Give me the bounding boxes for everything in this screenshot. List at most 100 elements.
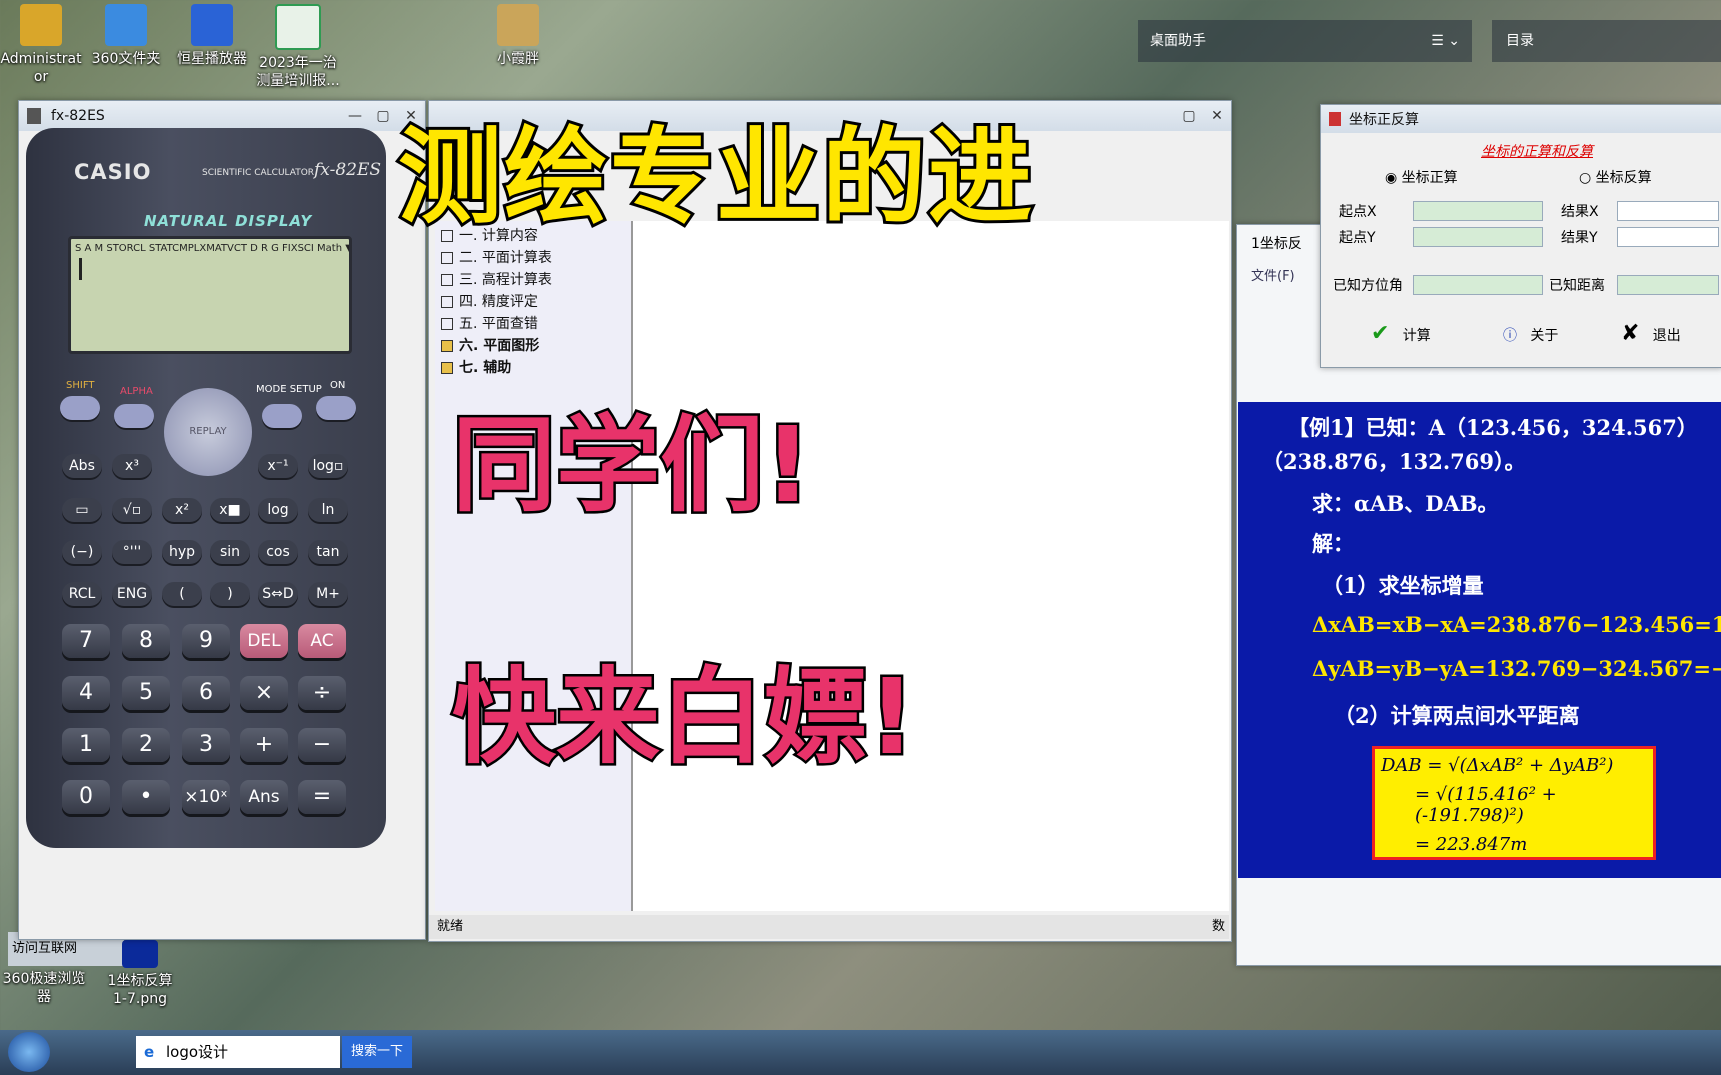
- search-input[interactable]: e logo设计: [136, 1036, 340, 1068]
- start-y-field[interactable]: [1413, 227, 1543, 247]
- overlay-headline: 测绘专业的进: [395, 113, 1035, 241]
- tree-item[interactable]: 七. 辅助: [441, 357, 631, 379]
- start-button[interactable]: [8, 1032, 50, 1072]
- exp-key[interactable]: ×10ˣ: [182, 780, 230, 814]
- multiply-key[interactable]: ×: [240, 676, 288, 710]
- distance-field[interactable]: [1617, 275, 1719, 295]
- start-x-label: 起点X: [1339, 204, 1377, 220]
- sin-key[interactable]: sin: [210, 540, 250, 564]
- tree-item[interactable]: 五. 平面查错: [441, 313, 631, 335]
- app-icon: [1329, 112, 1341, 126]
- tree-item[interactable]: 四. 精度评定: [441, 291, 631, 313]
- coord-titlebar[interactable]: 坐标正反算: [1321, 105, 1721, 133]
- slide-line: ΔyAB=yB−yA=132.769−324.567=−191: [1312, 656, 1721, 681]
- key-9[interactable]: 9: [182, 624, 230, 658]
- fraction-key[interactable]: ▭: [62, 498, 102, 522]
- alpha-key[interactable]: [114, 404, 154, 428]
- file-menu[interactable]: 文件(F): [1251, 265, 1295, 284]
- log-key[interactable]: log: [258, 498, 298, 522]
- tree-item[interactable]: 三. 高程计算表: [441, 269, 631, 291]
- desktop-icon-image[interactable]: 1坐标反算 1-7.png: [94, 940, 186, 1008]
- result-x-field[interactable]: [1617, 201, 1719, 221]
- hyp-key[interactable]: hyp: [162, 540, 202, 564]
- calculator-icon: [27, 108, 41, 124]
- shift-label: SHIFT: [66, 380, 95, 391]
- calculator-display: S A M STORCL STATCMPLXMATVCT D R G FIXSC…: [68, 236, 352, 354]
- close-paren-key[interactable]: ): [210, 582, 250, 606]
- viewer-tab[interactable]: 1坐标反: [1251, 233, 1302, 253]
- square-key[interactable]: x²: [162, 498, 202, 522]
- equals-key[interactable]: =: [298, 780, 346, 814]
- desktop-icon-player[interactable]: 恒星播放器: [166, 4, 258, 68]
- abs-key[interactable]: Abs: [62, 454, 102, 478]
- taskbar-strip: e logo设计 搜索一下: [0, 1030, 1721, 1075]
- key-5[interactable]: 5: [122, 676, 170, 710]
- ln-key[interactable]: ln: [308, 498, 348, 522]
- calculator-titlebar[interactable]: fx-82ES — ▢ ✕: [19, 101, 425, 131]
- inverse-key[interactable]: x⁻¹: [258, 454, 298, 478]
- minus-key[interactable]: −: [298, 728, 346, 762]
- tree-panel: 一. 计算内容 二. 平面计算表 三. 高程计算表 四. 精度评定 五. 平面查…: [435, 221, 633, 911]
- mode-key[interactable]: [262, 404, 302, 428]
- maximize-button[interactable]: ▢: [369, 106, 397, 126]
- degree-key[interactable]: °''': [112, 540, 152, 564]
- menu-icon[interactable]: ☰ ⌄: [1431, 20, 1460, 62]
- desktop-icon-administrator[interactable]: Administrat or: [0, 4, 87, 86]
- calc-button[interactable]: ✔ 计算: [1371, 321, 1431, 346]
- desktop-icon-360-browser[interactable]: 360极速浏览 器: [0, 970, 92, 1006]
- about-button[interactable]: ⓘ 关于: [1503, 325, 1558, 345]
- shift-key[interactable]: [60, 396, 100, 420]
- cube-key[interactable]: x³: [112, 454, 152, 478]
- exit-button[interactable]: ✘ 退出: [1621, 321, 1681, 346]
- key-8[interactable]: 8: [122, 624, 170, 658]
- plus-key[interactable]: +: [240, 728, 288, 762]
- result-y-field[interactable]: [1617, 227, 1719, 247]
- start-x-field[interactable]: [1413, 201, 1543, 221]
- decimal-key[interactable]: •: [122, 780, 170, 814]
- replay-dpad[interactable]: REPLAY: [164, 388, 252, 476]
- eng-key[interactable]: ENG: [112, 582, 152, 606]
- key-3[interactable]: 3: [182, 728, 230, 762]
- desktop-helper-bar[interactable]: 桌面助手 ☰ ⌄: [1138, 20, 1472, 62]
- alpha-label: ALPHA: [120, 386, 153, 397]
- s-d-key[interactable]: S⇔D: [258, 582, 298, 606]
- radio-forward[interactable]: ◉ 坐标正算: [1385, 167, 1458, 187]
- open-paren-key[interactable]: (: [162, 582, 202, 606]
- key-7[interactable]: 7: [62, 624, 110, 658]
- divide-key[interactable]: ÷: [298, 676, 346, 710]
- tree-item[interactable]: 六. 平面图形: [441, 335, 631, 357]
- key-2[interactable]: 2: [122, 728, 170, 762]
- coord-window: 坐标正反算 坐标的正算和反算 ◉ 坐标正算 ○ 坐标反算 起点X 结果X 起点Y…: [1320, 104, 1721, 368]
- directory-bar[interactable]: 目录: [1492, 20, 1721, 62]
- cos-key[interactable]: cos: [258, 540, 298, 564]
- minimize-button[interactable]: —: [341, 106, 369, 126]
- radio-inverse[interactable]: ○ 坐标反算: [1579, 167, 1652, 187]
- close-button[interactable]: ✕: [1203, 106, 1231, 126]
- status-bar: 就绪 数: [429, 915, 1229, 939]
- key-0[interactable]: 0: [62, 780, 110, 814]
- tan-key[interactable]: tan: [308, 540, 348, 564]
- desktop-icon-folder[interactable]: 小霞胖: [472, 4, 564, 68]
- maximize-button[interactable]: ▢: [1175, 106, 1203, 126]
- sqrt-key[interactable]: √▫: [112, 498, 152, 522]
- del-key[interactable]: DEL: [240, 624, 288, 658]
- ans-key[interactable]: Ans: [240, 780, 288, 814]
- folder-icon: [441, 362, 453, 374]
- folder-user-icon: [20, 4, 62, 46]
- desktop-icon-360-folder[interactable]: 360文件夹: [80, 4, 172, 68]
- azimuth-field[interactable]: [1413, 275, 1543, 295]
- log-base-key[interactable]: log▫: [308, 454, 348, 478]
- power-key[interactable]: x■: [210, 498, 250, 522]
- ac-key[interactable]: AC: [298, 624, 346, 658]
- m-plus-key[interactable]: M+: [308, 582, 348, 606]
- desktop-icon-wps-sheet[interactable]: 2023年一治 测量培训报...: [252, 4, 344, 90]
- window-title: 坐标正反算: [1349, 112, 1419, 128]
- rcl-key[interactable]: RCL: [62, 582, 102, 606]
- key-6[interactable]: 6: [182, 676, 230, 710]
- key-4[interactable]: 4: [62, 676, 110, 710]
- on-key[interactable]: [316, 396, 356, 420]
- search-button[interactable]: 搜索一下: [342, 1036, 412, 1068]
- key-1[interactable]: 1: [62, 728, 110, 762]
- tree-item[interactable]: 二. 平面计算表: [441, 247, 631, 269]
- negative-key[interactable]: (−): [62, 540, 102, 564]
